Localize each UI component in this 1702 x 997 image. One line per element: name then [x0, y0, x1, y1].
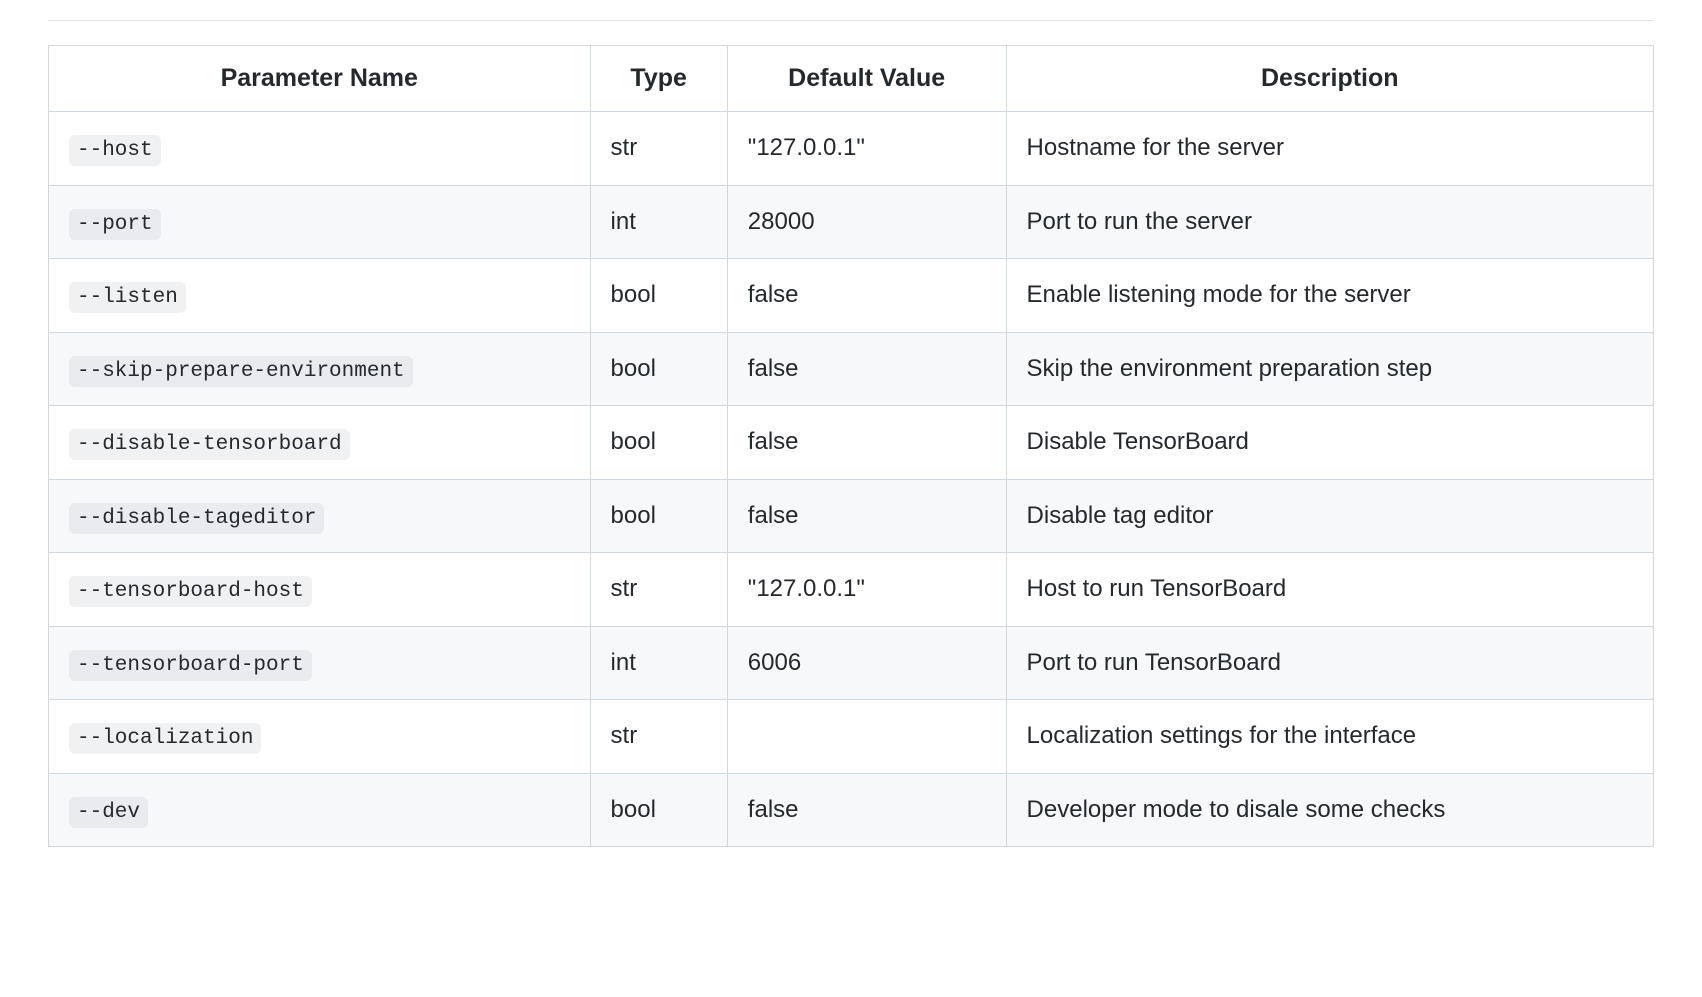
cell-parameter-name: --disable-tensorboard	[49, 406, 591, 480]
parameter-code: --tensorboard-port	[69, 650, 312, 681]
cell-type: bool	[590, 406, 727, 480]
parameter-code: --listen	[69, 282, 186, 313]
cell-description: Skip the environment preparation step	[1006, 332, 1653, 406]
cell-parameter-name: --tensorboard-port	[49, 626, 591, 700]
header-parameter-name: Parameter Name	[49, 46, 591, 112]
cell-description: Hostname for the server	[1006, 112, 1653, 186]
parameter-code: --skip-prepare-environment	[69, 356, 413, 387]
cell-default-value: false	[727, 406, 1006, 480]
cell-parameter-name: --listen	[49, 259, 591, 333]
table-row: --dev boolfalseDeveloper mode to disale s…	[49, 773, 1654, 847]
table-row: --tensorboard-host str"127.0.0.1"Host to …	[49, 553, 1654, 627]
cell-description: Enable listening mode for the server	[1006, 259, 1653, 333]
top-divider	[48, 20, 1654, 21]
cell-parameter-name: --skip-prepare-environment	[49, 332, 591, 406]
cell-description: Port to run the server	[1006, 185, 1653, 259]
cell-description: Localization settings for the interface	[1006, 700, 1653, 774]
cell-description: Developer mode to disale some checks	[1006, 773, 1653, 847]
cell-type: bool	[590, 479, 727, 553]
cell-default-value: "127.0.0.1"	[727, 553, 1006, 627]
parameter-code: --disable-tageditor	[69, 503, 324, 534]
cell-default-value: false	[727, 332, 1006, 406]
table-row: --tensorboard-port int6006Port to run Ten…	[49, 626, 1654, 700]
parameters-table: Parameter Name Type Default Value Descri…	[48, 45, 1654, 847]
cell-default-value	[727, 700, 1006, 774]
table-header-row: Parameter Name Type Default Value Descri…	[49, 46, 1654, 112]
table-row: --listen boolfalseEnable listening mode f…	[49, 259, 1654, 333]
cell-type: int	[590, 626, 727, 700]
parameter-code: --localization	[69, 723, 261, 754]
page-container: Parameter Name Type Default Value Descri…	[0, 0, 1702, 887]
table-row: --port int28000Port to run the server	[49, 185, 1654, 259]
cell-default-value: 6006	[727, 626, 1006, 700]
cell-parameter-name: --port	[49, 185, 591, 259]
cell-type: bool	[590, 773, 727, 847]
header-type: Type	[590, 46, 727, 112]
parameter-code: --dev	[69, 797, 148, 828]
table-body: --hoststr"127.0.0.1"Hostname for the ser…	[49, 112, 1654, 847]
parameter-code: --host	[69, 135, 161, 166]
cell-description: Port to run TensorBoard	[1006, 626, 1653, 700]
cell-parameter-name: --localization	[49, 700, 591, 774]
cell-parameter-name: --host	[49, 112, 591, 186]
table-row: --disable-tensorboard boolfalseDisable Te…	[49, 406, 1654, 480]
cell-type: str	[590, 700, 727, 774]
cell-type: int	[590, 185, 727, 259]
cell-default-value: false	[727, 773, 1006, 847]
cell-type: str	[590, 553, 727, 627]
cell-default-value: false	[727, 259, 1006, 333]
table-header: Parameter Name Type Default Value Descri…	[49, 46, 1654, 112]
cell-type: str	[590, 112, 727, 186]
cell-description: Disable TensorBoard	[1006, 406, 1653, 480]
cell-parameter-name: --disable-tageditor	[49, 479, 591, 553]
cell-parameter-name: --dev	[49, 773, 591, 847]
cell-description: Disable tag editor	[1006, 479, 1653, 553]
cell-default-value: false	[727, 479, 1006, 553]
cell-description: Host to run TensorBoard	[1006, 553, 1653, 627]
table-row: --host str"127.0.0.1"Hostname for the ser…	[49, 112, 1654, 186]
cell-parameter-name: --tensorboard-host	[49, 553, 591, 627]
cell-default-value: 28000	[727, 185, 1006, 259]
header-description: Description	[1006, 46, 1653, 112]
table-row: --disable-tageditor boolfalseDisable tag …	[49, 479, 1654, 553]
parameter-code: --disable-tensorboard	[69, 429, 350, 460]
cell-type: bool	[590, 259, 727, 333]
table-row: --skip-prepare-environment boolfalseSkip …	[49, 332, 1654, 406]
parameter-code: --tensorboard-host	[69, 576, 312, 607]
table-row: --localization str Localization settings f…	[49, 700, 1654, 774]
cell-default-value: "127.0.0.1"	[727, 112, 1006, 186]
cell-type: bool	[590, 332, 727, 406]
parameter-code: --port	[69, 209, 161, 240]
header-default-value: Default Value	[727, 46, 1006, 112]
